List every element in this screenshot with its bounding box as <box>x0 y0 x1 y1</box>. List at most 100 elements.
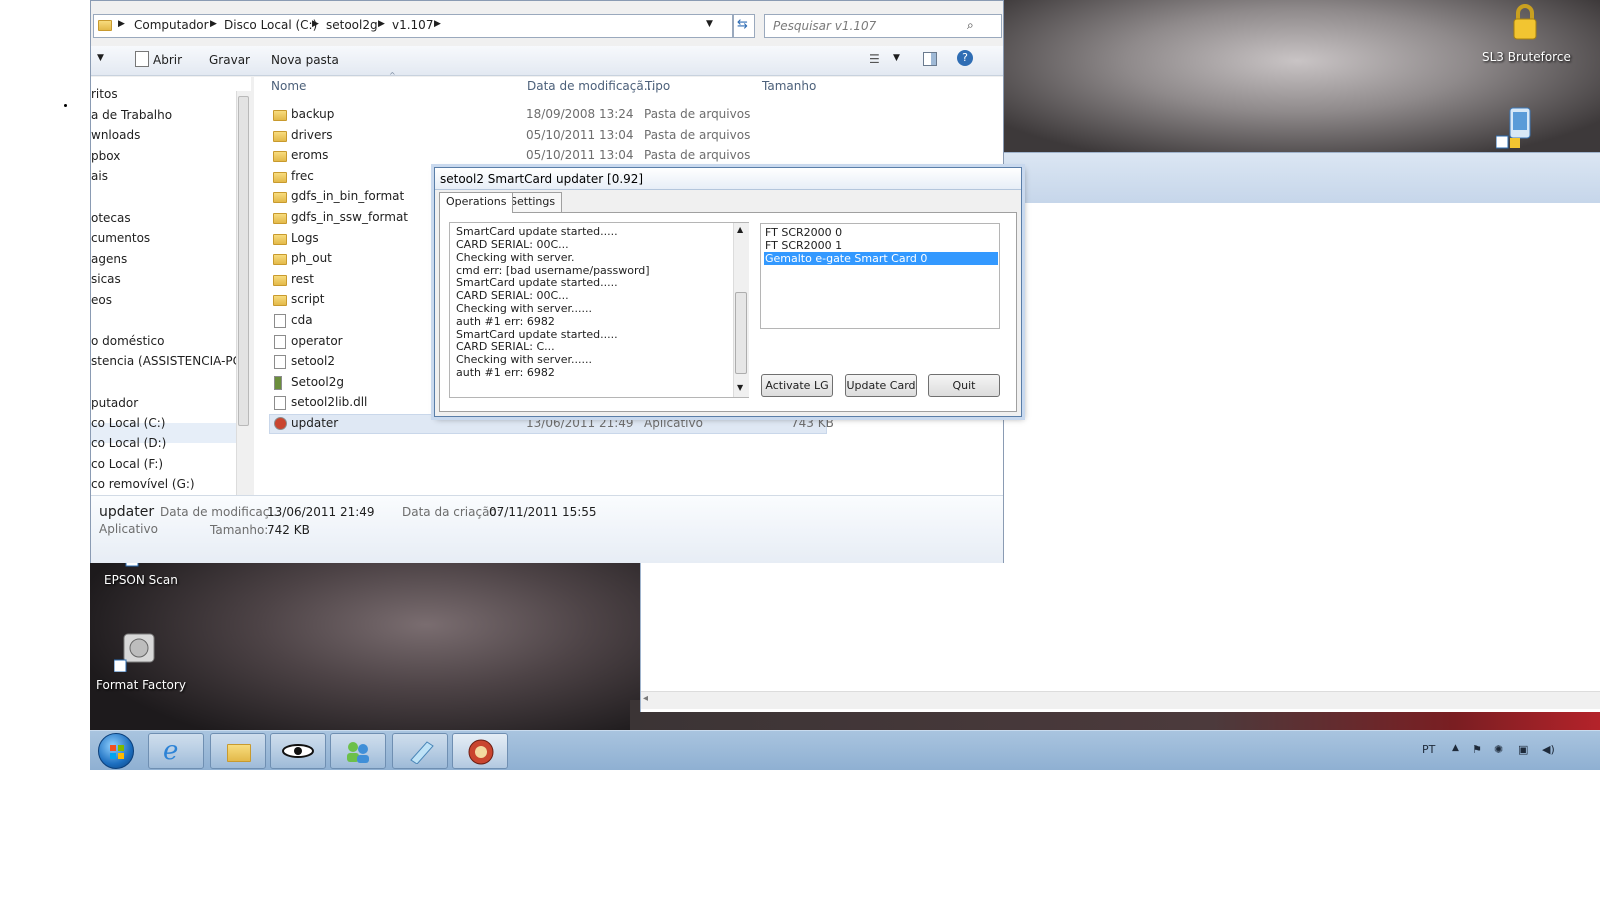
card-reader-list[interactable]: FT SCR2000 0 FT SCR2000 1 Gemalto e-gate… <box>760 223 1000 329</box>
nav-item-disk-d[interactable]: co Local (D:) <box>91 436 166 450</box>
folder-icon <box>273 234 287 245</box>
file-row-name[interactable]: backup <box>291 107 334 121</box>
desktop-icon-sl3-bruteforce[interactable]: SL3 Bruteforce <box>1482 2 1572 64</box>
notepad-app-icon[interactable] <box>392 733 448 769</box>
breadcrumb-computer[interactable]: Computador <box>134 18 209 32</box>
file-row-name[interactable]: setool2 <box>291 354 335 368</box>
dialog-title: setool2 SmartCard updater [0.92] <box>435 168 1021 190</box>
network-tray-icon[interactable]: ✺ <box>1494 743 1503 756</box>
log-line: SmartCard update started..... <box>456 276 618 289</box>
horizontal-scrollbar[interactable]: ◂ <box>641 691 1600 709</box>
file-row-name[interactable]: setool2lib.dll <box>291 395 367 409</box>
file-row-name[interactable]: gdfs_in_bin_format <box>291 189 404 203</box>
desktop-icon-device[interactable] <box>1495 106 1536 150</box>
file-row-name[interactable]: frec <box>291 169 314 183</box>
column-header-size[interactable]: Tamanho <box>762 79 816 93</box>
card-reader-item[interactable]: FT SCR2000 1 <box>764 239 842 252</box>
column-header-name[interactable]: Nome <box>271 79 306 93</box>
view-options-icon[interactable]: ☰ <box>869 52 880 66</box>
file-row-name[interactable]: drivers <box>291 128 333 142</box>
command-bar: ▼ Abrir Gravar Nova pasta ☰ ▼ ? <box>91 46 1003 76</box>
details-created-label: Data da criação: <box>402 505 501 519</box>
help-icon[interactable]: ? <box>957 50 973 66</box>
nav-item[interactable]: wnloads <box>91 128 140 142</box>
nav-item-disk-c[interactable]: co Local (C:) <box>91 416 165 430</box>
file-row-size: 743 KB <box>791 416 834 430</box>
nav-item[interactable]: a de Trabalho <box>91 108 172 122</box>
explorer-folder-icon[interactable] <box>210 733 266 769</box>
nav-item[interactable]: agens <box>91 252 127 266</box>
breadcrumb-version[interactable]: v1.107 <box>392 18 433 32</box>
activate-lg-button[interactable]: Activate LG <box>761 374 833 397</box>
action-center-flag-icon[interactable]: ⚑ <box>1472 743 1482 756</box>
chevron-right-icon: ▶ <box>118 19 125 29</box>
breadcrumb-disk[interactable]: Disco Local (C:) <box>224 18 317 32</box>
padlock-icon <box>1512 2 1538 42</box>
chevron-down-icon[interactable]: ▼ <box>706 19 713 29</box>
start-orb-icon[interactable] <box>98 733 134 769</box>
scroll-down-icon[interactable]: ▼ <box>737 383 743 392</box>
volume-icon[interactable]: ◀) <box>1542 743 1555 756</box>
update-card-button[interactable]: Update Card <box>845 374 917 397</box>
new-folder-button[interactable]: Nova pasta <box>271 53 339 67</box>
scroll-up-icon[interactable]: ▲ <box>737 225 743 234</box>
nav-item[interactable]: o doméstico <box>91 334 164 348</box>
nav-item[interactable]: pbox <box>91 149 120 163</box>
nav-item[interactable]: cumentos <box>91 231 150 245</box>
display-tray-icon[interactable]: ▣ <box>1518 743 1528 756</box>
quit-button[interactable]: Quit <box>928 374 1000 397</box>
nav-item-removable-g[interactable]: co removível (G:) <box>91 477 195 491</box>
file-row-name[interactable]: rest <box>291 272 314 286</box>
card-reader-item-selected[interactable]: Gemalto e-gate Smart Card 0 <box>764 252 998 265</box>
refresh-button[interactable]: ⇆ <box>733 14 755 38</box>
file-row-type: Aplicativo <box>644 416 703 430</box>
column-header-type[interactable]: Tipo <box>645 79 670 93</box>
file-row-name[interactable]: Logs <box>291 231 319 245</box>
card-reader-item[interactable]: FT SCR2000 0 <box>764 226 842 239</box>
nav-item-disk-f[interactable]: co Local (F:) <box>91 457 163 471</box>
file-row-date: 05/10/2011 13:04 <box>526 148 634 162</box>
address-bar[interactable]: ▶ Computador ▶ Disco Local (C:) ▶ setool… <box>93 14 733 38</box>
language-indicator[interactable]: PT <box>1422 743 1435 756</box>
internet-explorer-icon[interactable]: e <box>148 733 204 769</box>
log-line: auth #1 err: 6982 <box>456 315 555 328</box>
nav-item[interactable]: otecas <box>91 211 131 225</box>
search-icon[interactable]: ⌕ <box>967 18 974 33</box>
file-row-name[interactable]: updater <box>291 416 338 430</box>
burn-button[interactable]: Gravar <box>209 53 250 67</box>
file-row-name[interactable]: operator <box>291 334 343 348</box>
organize-dropdown-icon[interactable]: ▼ <box>97 53 104 63</box>
nav-item[interactable]: ais <box>91 169 108 183</box>
eye-app-icon[interactable] <box>270 733 326 769</box>
file-row-name[interactable]: ph_out <box>291 251 332 265</box>
folder-icon <box>273 151 287 162</box>
log-scrollbar-thumb[interactable] <box>735 292 747 374</box>
nav-item[interactable]: eos <box>91 293 112 307</box>
updater-app-icon[interactable] <box>452 733 508 769</box>
log-line: SmartCard update started..... <box>456 225 618 238</box>
open-button[interactable]: Abrir <box>153 53 182 67</box>
log-line: Checking with server. <box>456 251 575 264</box>
file-row-name[interactable]: script <box>291 292 324 306</box>
file-row-type: Pasta de arquivos <box>644 148 751 162</box>
nav-item[interactable]: sicas <box>91 272 121 286</box>
file-row-name[interactable]: cda <box>291 313 313 327</box>
users-app-icon[interactable] <box>330 733 386 769</box>
nav-item[interactable]: putador <box>91 396 138 410</box>
column-header-date[interactable]: Data de modificaçã... <box>527 79 655 93</box>
tab-operations[interactable]: Operations <box>439 192 514 213</box>
nav-scrollbar-thumb[interactable] <box>238 96 249 426</box>
chevron-down-icon[interactable]: ▼ <box>893 53 900 63</box>
file-row-name[interactable]: eroms <box>291 148 328 162</box>
nav-item[interactable]: ritos <box>91 87 118 101</box>
file-row-name[interactable]: Setool2g <box>291 375 344 389</box>
nav-item[interactable]: stencia (ASSISTENCIA-PC) <box>91 354 246 368</box>
folder-icon <box>273 192 287 203</box>
file-row-name[interactable]: gdfs_in_ssw_format <box>291 210 408 224</box>
preview-pane-icon[interactable] <box>923 52 937 66</box>
scroll-left-icon[interactable]: ◂ <box>643 693 648 704</box>
breadcrumb-setool2g[interactable]: setool2g <box>326 18 378 32</box>
log-output[interactable]: SmartCard update started..... CARD SERIA… <box>449 222 749 398</box>
desktop-icon-format-factory[interactable]: Format Factory <box>96 630 186 696</box>
show-hidden-icons-icon[interactable]: ▲ <box>1452 743 1459 753</box>
